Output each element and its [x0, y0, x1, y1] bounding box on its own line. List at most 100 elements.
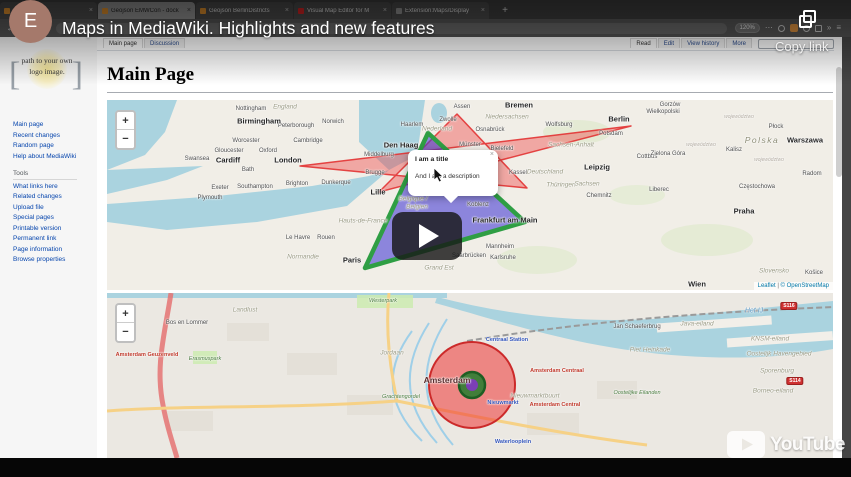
browser-tab[interactable]: Extension:Maps/Display × — [392, 2, 489, 19]
tab-close-icon[interactable]: × — [481, 7, 485, 14]
namespace-tab[interactable]: Main page — [103, 38, 144, 48]
europe-map[interactable]: England Nottingham Norwich Peterborough Camb… — [107, 100, 833, 290]
map-label: Erasmuspark — [188, 356, 222, 362]
map-label: Oostelijke Eilanden — [613, 390, 661, 396]
map-label: województwo — [754, 157, 784, 163]
map-label: Java-eiland — [680, 320, 714, 328]
sidebar-tool-link[interactable]: What links here — [13, 183, 58, 190]
hamburger-menu-icon[interactable]: ≡ — [836, 24, 841, 32]
map-attribution: Leaflet | © OpenStreetMap — [753, 282, 833, 290]
zoom-out-button[interactable]: − — [117, 130, 134, 148]
browser-tab[interactable]: Visual Map Editor for M × — [294, 2, 391, 19]
map-label: województwo — [686, 142, 716, 148]
zoom-in-button[interactable]: + — [117, 305, 134, 323]
sidebar-link[interactable]: Help about MediaWiki — [13, 153, 76, 160]
zoom-in-button[interactable]: + — [117, 112, 134, 130]
map-label: Thüringen — [546, 181, 576, 189]
map-label: Amsterdam Central — [529, 402, 581, 408]
tab-close-icon[interactable]: × — [285, 7, 289, 14]
map-label: Exeter — [211, 185, 229, 191]
map-label: Praha — [733, 206, 755, 216]
video-title[interactable]: Maps in MediaWiki. Highlights and new fe… — [62, 18, 435, 39]
tab-title: Geojson BerlinDistricts — [209, 7, 270, 14]
map-label: Koblenz — [467, 202, 489, 208]
extension-icon[interactable] — [789, 24, 798, 32]
sidebar-tools-item: Permanent link — [13, 235, 97, 242]
popup-title: I am a title — [415, 156, 449, 163]
tabs-divider — [97, 50, 834, 51]
sidebar-link[interactable]: Random page — [13, 142, 54, 149]
view-tab[interactable]: Edit — [657, 38, 681, 48]
map-label: Amsterdam — [423, 375, 471, 385]
sidebar-tool-link[interactable]: Upload file — [13, 204, 44, 211]
zoom-out-button[interactable]: − — [117, 323, 134, 341]
map-label: Oxford — [258, 148, 278, 154]
sidebar-tool-link[interactable]: Special pages — [13, 214, 54, 221]
scrollbar-thumb[interactable] — [836, 67, 842, 177]
namespace-tab[interactable]: Discussion — [144, 38, 186, 48]
browser-tab[interactable]: Geojson BerlinDistricts × — [196, 2, 293, 19]
map-label: Wolfsburg — [545, 122, 573, 128]
map-label: Potsdam — [599, 131, 623, 137]
map-label: S116 — [780, 302, 798, 310]
browser-tab[interactable]: Geojson EMWCon - dock × — [98, 2, 195, 19]
sidebar-nav-list: Main page Recent changes Random page Help a… — [13, 121, 97, 160]
copy-link-button[interactable]: Copy link — [775, 39, 828, 54]
view-tab[interactable]: View history — [681, 38, 726, 48]
tab-close-icon[interactable]: × — [89, 7, 93, 14]
tab-close-icon[interactable]: × — [187, 7, 191, 14]
zoom-level-badge[interactable]: 120% — [734, 23, 760, 33]
view-tab[interactable]: More — [726, 38, 752, 48]
sidebar-nav-item: Main page — [13, 121, 97, 128]
wiki-logo-placeholder[interactable]: [ ] path to your own logo image. — [9, 47, 83, 105]
popup-close-icon[interactable]: × — [490, 151, 494, 158]
map-label: Swansea — [184, 156, 210, 162]
map-label: Kassel — [508, 170, 528, 176]
map-zoom-control: + − — [115, 303, 136, 343]
osm-link[interactable]: © OpenStreetMap — [781, 283, 829, 289]
sidebar-tool-link[interactable]: Printable version — [13, 225, 61, 232]
chevrons-icon[interactable]: » — [827, 24, 831, 32]
sidebar-tool-link[interactable]: Permanent link — [13, 235, 56, 242]
sidebar-tools-header: Tools — [13, 170, 77, 180]
sidebar-link[interactable]: Main page — [13, 121, 43, 128]
map-label: Brighton — [285, 181, 309, 187]
sidebar-tools-item: Special pages — [13, 214, 97, 221]
mouse-cursor-icon — [434, 168, 444, 183]
sidebar-tool-link[interactable]: Related changes — [13, 193, 62, 200]
play-button[interactable] — [392, 212, 462, 260]
map-label: Sachsen — [574, 180, 600, 188]
view-tab[interactable]: Read — [630, 38, 657, 48]
map-label: Paris — [342, 255, 362, 265]
page-title: Main Page — [107, 64, 833, 93]
channel-avatar[interactable]: E — [9, 0, 52, 43]
map-label: Oostelijk Havengebied — [746, 350, 812, 358]
map-label: Le Havre — [285, 235, 311, 241]
map-label: Cardiff — [215, 155, 241, 165]
map-label: Bath — [241, 167, 255, 173]
sidebar-link[interactable]: Recent changes — [13, 132, 60, 139]
grid-icon[interactable] — [814, 24, 822, 32]
map-label: Worcester — [232, 138, 260, 144]
map-label: Jordaan — [380, 349, 404, 357]
shield-icon[interactable] — [777, 24, 785, 32]
map-label: KNSM-eiland — [750, 335, 790, 343]
youtube-watermark[interactable]: YouTube — [727, 431, 845, 458]
map-label: Nederland — [422, 125, 452, 133]
toolbar-actions: 120% ⋯ » ≡ — [734, 23, 841, 33]
map-label: Zwolle — [439, 117, 457, 123]
map-label: Southampton — [237, 184, 273, 190]
map-label: Berlin — [608, 114, 630, 124]
sidebar-tool-link[interactable]: Page information — [13, 246, 62, 253]
overflow-dots-icon[interactable]: ⋯ — [765, 24, 773, 32]
map-label: Warszawa — [787, 135, 823, 145]
tab-close-icon[interactable]: × — [383, 7, 387, 14]
copy-icon[interactable] — [799, 10, 816, 28]
new-tab-button[interactable]: + — [497, 2, 513, 19]
leaflet-link[interactable]: Leaflet — [758, 283, 776, 289]
amsterdam-map[interactable]: Bos en Lommer Landlust Amsterdam Geuzenvel… — [107, 293, 833, 458]
tab-title: Visual Map Editor for M — [307, 7, 370, 14]
sidebar-nav-item: Recent changes — [13, 132, 97, 139]
sidebar-tool-link[interactable]: Browse properties — [13, 256, 65, 263]
map-label: Mannheim — [485, 244, 515, 250]
